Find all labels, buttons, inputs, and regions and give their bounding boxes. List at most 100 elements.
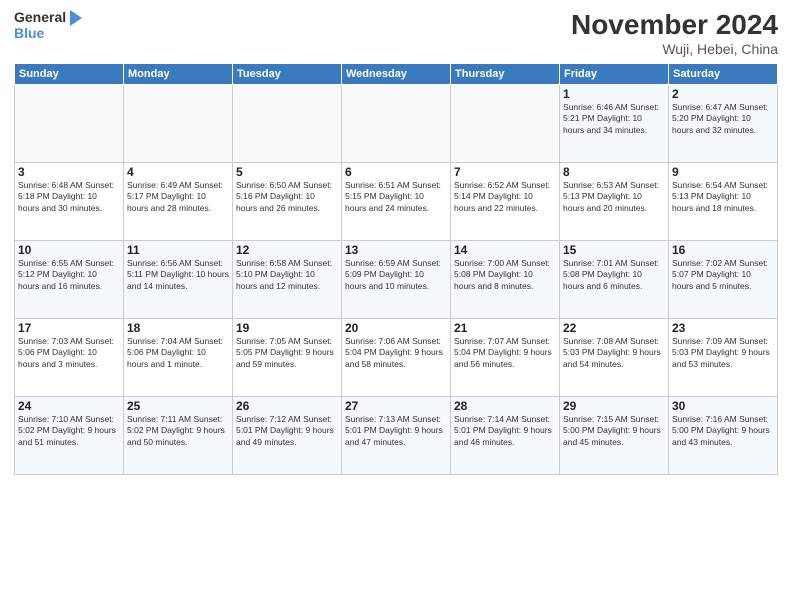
calendar-week-3: 17Sunrise: 7:03 AM Sunset: 5:06 PM Dayli…: [15, 318, 778, 396]
day-number: 11: [127, 243, 229, 257]
calendar-cell: 6Sunrise: 6:51 AM Sunset: 5:15 PM Daylig…: [342, 162, 451, 240]
weekday-tuesday: Tuesday: [233, 63, 342, 84]
day-info: Sunrise: 7:02 AM Sunset: 5:07 PM Dayligh…: [672, 258, 774, 292]
day-info: Sunrise: 6:59 AM Sunset: 5:09 PM Dayligh…: [345, 258, 447, 292]
day-number: 2: [672, 87, 774, 101]
calendar-week-1: 3Sunrise: 6:48 AM Sunset: 5:18 PM Daylig…: [15, 162, 778, 240]
day-info: Sunrise: 7:13 AM Sunset: 5:01 PM Dayligh…: [345, 414, 447, 448]
calendar-cell: 25Sunrise: 7:11 AM Sunset: 5:02 PM Dayli…: [124, 396, 233, 474]
day-info: Sunrise: 6:52 AM Sunset: 5:14 PM Dayligh…: [454, 180, 556, 214]
day-number: 10: [18, 243, 120, 257]
day-number: 3: [18, 165, 120, 179]
calendar-cell: 14Sunrise: 7:00 AM Sunset: 5:08 PM Dayli…: [451, 240, 560, 318]
calendar-cell: 4Sunrise: 6:49 AM Sunset: 5:17 PM Daylig…: [124, 162, 233, 240]
header: General Blue November 2024 Wuji, Hebei, …: [14, 10, 778, 57]
day-number: 1: [563, 87, 665, 101]
calendar-cell: 19Sunrise: 7:05 AM Sunset: 5:05 PM Dayli…: [233, 318, 342, 396]
calendar-week-0: 1Sunrise: 6:46 AM Sunset: 5:21 PM Daylig…: [15, 84, 778, 162]
day-info: Sunrise: 7:04 AM Sunset: 5:06 PM Dayligh…: [127, 336, 229, 370]
weekday-header-row: SundayMondayTuesdayWednesdayThursdayFrid…: [15, 63, 778, 84]
calendar-cell: 9Sunrise: 6:54 AM Sunset: 5:13 PM Daylig…: [669, 162, 778, 240]
day-info: Sunrise: 7:06 AM Sunset: 5:04 PM Dayligh…: [345, 336, 447, 370]
calendar: SundayMondayTuesdayWednesdayThursdayFrid…: [14, 63, 778, 475]
calendar-cell: 7Sunrise: 6:52 AM Sunset: 5:14 PM Daylig…: [451, 162, 560, 240]
calendar-cell: 20Sunrise: 7:06 AM Sunset: 5:04 PM Dayli…: [342, 318, 451, 396]
day-number: 25: [127, 399, 229, 413]
calendar-cell: 8Sunrise: 6:53 AM Sunset: 5:13 PM Daylig…: [560, 162, 669, 240]
day-number: 29: [563, 399, 665, 413]
day-info: Sunrise: 6:54 AM Sunset: 5:13 PM Dayligh…: [672, 180, 774, 214]
calendar-cell: [451, 84, 560, 162]
calendar-cell: [342, 84, 451, 162]
calendar-cell: 27Sunrise: 7:13 AM Sunset: 5:01 PM Dayli…: [342, 396, 451, 474]
day-info: Sunrise: 6:46 AM Sunset: 5:21 PM Dayligh…: [563, 102, 665, 136]
day-info: Sunrise: 7:15 AM Sunset: 5:00 PM Dayligh…: [563, 414, 665, 448]
calendar-cell: 23Sunrise: 7:09 AM Sunset: 5:03 PM Dayli…: [669, 318, 778, 396]
day-info: Sunrise: 6:50 AM Sunset: 5:16 PM Dayligh…: [236, 180, 338, 214]
day-info: Sunrise: 7:12 AM Sunset: 5:01 PM Dayligh…: [236, 414, 338, 448]
calendar-cell: 15Sunrise: 7:01 AM Sunset: 5:08 PM Dayli…: [560, 240, 669, 318]
day-number: 12: [236, 243, 338, 257]
calendar-cell: [124, 84, 233, 162]
weekday-sunday: Sunday: [15, 63, 124, 84]
day-number: 21: [454, 321, 556, 335]
day-number: 19: [236, 321, 338, 335]
day-info: Sunrise: 7:00 AM Sunset: 5:08 PM Dayligh…: [454, 258, 556, 292]
day-info: Sunrise: 7:09 AM Sunset: 5:03 PM Dayligh…: [672, 336, 774, 370]
day-number: 5: [236, 165, 338, 179]
calendar-week-2: 10Sunrise: 6:55 AM Sunset: 5:12 PM Dayli…: [15, 240, 778, 318]
day-info: Sunrise: 7:10 AM Sunset: 5:02 PM Dayligh…: [18, 414, 120, 448]
calendar-cell: 5Sunrise: 6:50 AM Sunset: 5:16 PM Daylig…: [233, 162, 342, 240]
calendar-cell: 11Sunrise: 6:56 AM Sunset: 5:11 PM Dayli…: [124, 240, 233, 318]
day-number: 30: [672, 399, 774, 413]
logo: General Blue: [14, 10, 82, 41]
weekday-monday: Monday: [124, 63, 233, 84]
calendar-cell: 13Sunrise: 6:59 AM Sunset: 5:09 PM Dayli…: [342, 240, 451, 318]
day-number: 16: [672, 243, 774, 257]
calendar-cell: 12Sunrise: 6:58 AM Sunset: 5:10 PM Dayli…: [233, 240, 342, 318]
calendar-cell: 24Sunrise: 7:10 AM Sunset: 5:02 PM Dayli…: [15, 396, 124, 474]
calendar-cell: 16Sunrise: 7:02 AM Sunset: 5:07 PM Dayli…: [669, 240, 778, 318]
calendar-cell: 29Sunrise: 7:15 AM Sunset: 5:00 PM Dayli…: [560, 396, 669, 474]
logo-arrow-icon: [70, 10, 82, 26]
weekday-friday: Friday: [560, 63, 669, 84]
day-info: Sunrise: 7:07 AM Sunset: 5:04 PM Dayligh…: [454, 336, 556, 370]
location: Wuji, Hebei, China: [571, 41, 778, 57]
calendar-cell: 10Sunrise: 6:55 AM Sunset: 5:12 PM Dayli…: [15, 240, 124, 318]
calendar-cell: 3Sunrise: 6:48 AM Sunset: 5:18 PM Daylig…: [15, 162, 124, 240]
day-number: 23: [672, 321, 774, 335]
day-info: Sunrise: 7:14 AM Sunset: 5:01 PM Dayligh…: [454, 414, 556, 448]
day-info: Sunrise: 6:47 AM Sunset: 5:20 PM Dayligh…: [672, 102, 774, 136]
day-info: Sunrise: 6:53 AM Sunset: 5:13 PM Dayligh…: [563, 180, 665, 214]
title-block: November 2024 Wuji, Hebei, China: [571, 10, 778, 57]
day-number: 14: [454, 243, 556, 257]
calendar-week-4: 24Sunrise: 7:10 AM Sunset: 5:02 PM Dayli…: [15, 396, 778, 474]
day-info: Sunrise: 7:01 AM Sunset: 5:08 PM Dayligh…: [563, 258, 665, 292]
day-info: Sunrise: 7:03 AM Sunset: 5:06 PM Dayligh…: [18, 336, 120, 370]
day-info: Sunrise: 6:56 AM Sunset: 5:11 PM Dayligh…: [127, 258, 229, 292]
calendar-cell: 21Sunrise: 7:07 AM Sunset: 5:04 PM Dayli…: [451, 318, 560, 396]
day-number: 15: [563, 243, 665, 257]
logo-blue-text: Blue: [14, 26, 44, 41]
calendar-cell: [15, 84, 124, 162]
day-info: Sunrise: 6:58 AM Sunset: 5:10 PM Dayligh…: [236, 258, 338, 292]
month-title: November 2024: [571, 10, 778, 41]
day-info: Sunrise: 7:05 AM Sunset: 5:05 PM Dayligh…: [236, 336, 338, 370]
calendar-cell: 28Sunrise: 7:14 AM Sunset: 5:01 PM Dayli…: [451, 396, 560, 474]
calendar-cell: 2Sunrise: 6:47 AM Sunset: 5:20 PM Daylig…: [669, 84, 778, 162]
logo-general-text: General: [14, 10, 66, 25]
calendar-cell: 22Sunrise: 7:08 AM Sunset: 5:03 PM Dayli…: [560, 318, 669, 396]
day-number: 8: [563, 165, 665, 179]
day-info: Sunrise: 6:48 AM Sunset: 5:18 PM Dayligh…: [18, 180, 120, 214]
calendar-cell: 1Sunrise: 6:46 AM Sunset: 5:21 PM Daylig…: [560, 84, 669, 162]
day-number: 13: [345, 243, 447, 257]
day-number: 24: [18, 399, 120, 413]
calendar-cell: 18Sunrise: 7:04 AM Sunset: 5:06 PM Dayli…: [124, 318, 233, 396]
day-number: 28: [454, 399, 556, 413]
calendar-cell: 30Sunrise: 7:16 AM Sunset: 5:00 PM Dayli…: [669, 396, 778, 474]
day-info: Sunrise: 7:16 AM Sunset: 5:00 PM Dayligh…: [672, 414, 774, 448]
page: General Blue November 2024 Wuji, Hebei, …: [0, 0, 792, 612]
weekday-saturday: Saturday: [669, 63, 778, 84]
day-number: 17: [18, 321, 120, 335]
day-number: 20: [345, 321, 447, 335]
